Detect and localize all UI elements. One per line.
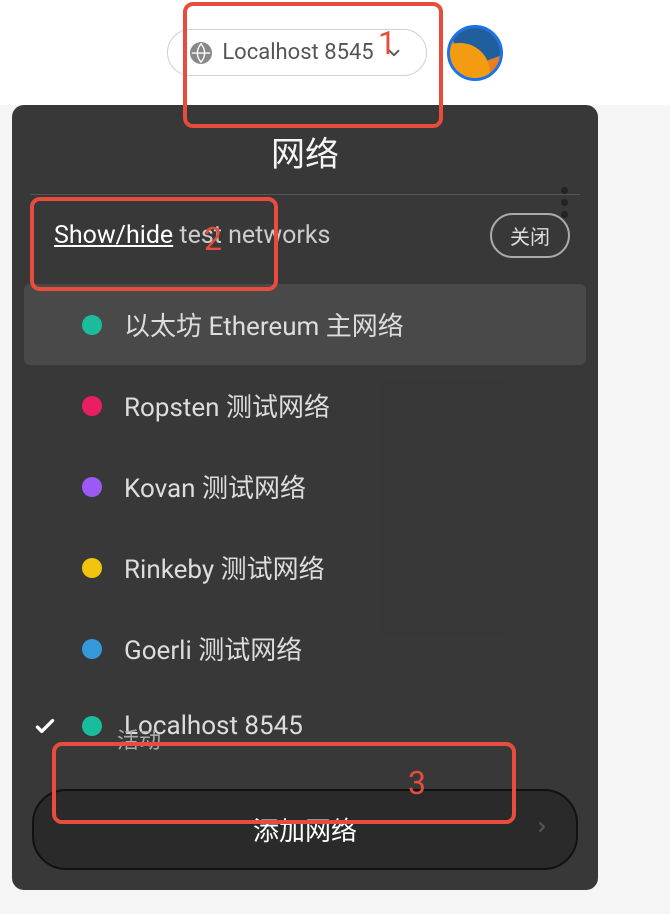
network-item[interactable]: Rinkeby 测试网络 — [12, 527, 598, 608]
network-selector-dropdown[interactable]: Localhost 8545 — [167, 29, 426, 76]
network-modal: 网络 Show/hide test networks 关闭 以太坊 Ethere… — [12, 105, 598, 890]
network-item-label: Ropsten 测试网络 — [124, 387, 330, 424]
network-color-dot — [82, 315, 102, 335]
network-color-dot — [82, 396, 102, 416]
network-item[interactable]: 以太坊 Ethereum 主网络 — [24, 284, 586, 365]
network-color-dot — [82, 477, 102, 497]
network-list: 以太坊 Ethereum 主网络 Ropsten 测试网络 Kovan 测试网络 Ri… — [12, 276, 598, 771]
check-icon — [32, 713, 58, 739]
network-color-dot — [82, 639, 102, 659]
network-item[interactable]: Goerli 测试网络 — [12, 608, 598, 689]
network-selector-label: Localhost 8545 — [222, 40, 373, 65]
network-color-dot — [82, 558, 102, 578]
network-item[interactable]: Kovan 测试网络 — [12, 446, 598, 527]
add-network-label: 添加网络 — [253, 817, 357, 847]
globe-icon — [190, 42, 212, 64]
network-item[interactable]: Localhost 8545 — [12, 689, 598, 763]
more-vertical-icon[interactable] — [561, 187, 568, 218]
activity-label: 活动 — [117, 723, 161, 755]
close-button[interactable]: 关闭 — [490, 213, 570, 258]
network-item-label: 以太坊 Ethereum 主网络 — [124, 306, 404, 343]
chevron-right-icon — [534, 815, 550, 845]
modal-title: 网络 — [12, 105, 598, 194]
show-hide-test-networks-link[interactable]: Show/hide test networks — [54, 221, 330, 250]
network-color-dot — [82, 716, 102, 736]
network-item-label: Kovan 测试网络 — [124, 468, 306, 505]
add-network-button[interactable]: 添加网络 — [32, 789, 578, 870]
network-item-label: Rinkeby 测试网络 — [124, 549, 325, 586]
network-item-label: Goerli 测试网络 — [124, 630, 302, 667]
account-avatar[interactable] — [447, 25, 503, 81]
chevron-down-icon — [384, 43, 404, 63]
network-item[interactable]: Ropsten 测试网络 — [12, 365, 598, 446]
